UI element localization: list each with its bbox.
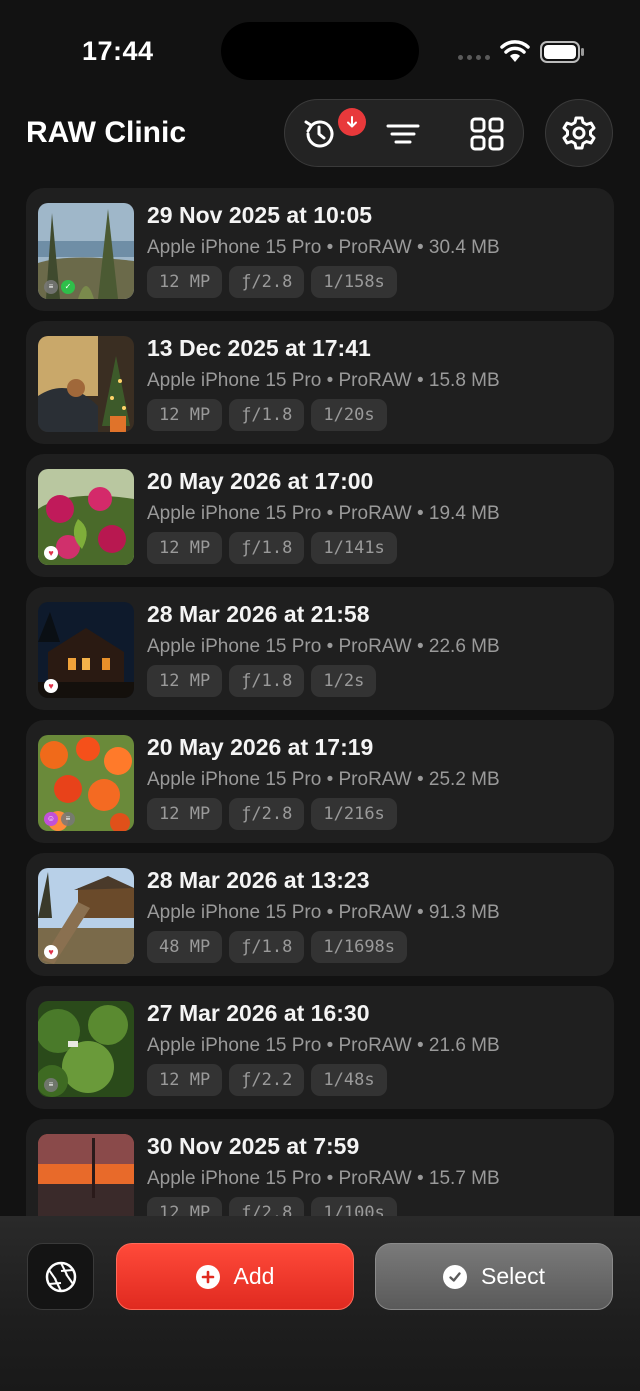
- grid-icon: [470, 117, 504, 151]
- menu-lines-icon: ≡: [44, 1078, 58, 1092]
- photo-thumbnail: ♥: [38, 868, 134, 964]
- photo-card[interactable]: ≡ 27 Mar 2026 at 16:30 Apple iPhone 15 P…: [26, 986, 614, 1109]
- aperture-chip: ƒ/2.8: [229, 266, 305, 298]
- photo-date: 29 Nov 2025 at 10:05: [147, 202, 373, 228]
- photo-thumbnail: ♥: [38, 469, 134, 565]
- history-button[interactable]: [299, 108, 366, 154]
- history-icon: [304, 120, 334, 148]
- aperture-chip: ƒ/1.8: [229, 665, 305, 697]
- menu-lines-icon: ≡: [44, 280, 58, 294]
- status-bar: 17:44: [0, 0, 640, 100]
- bottom-action-bar: Add Select: [0, 1216, 640, 1391]
- heart-icon: ♥: [44, 546, 58, 560]
- photo-date: 20 May 2026 at 17:00: [147, 468, 374, 494]
- sort-lines-icon: [386, 124, 420, 144]
- megapixel-chip: 12 MP: [147, 665, 223, 697]
- photo-date: 30 Nov 2025 at 7:59: [147, 1133, 360, 1159]
- shutter-chip: 1/1698s: [311, 931, 408, 963]
- wifi-icon: [500, 40, 530, 62]
- photo-date: 27 Mar 2026 at 16:30: [147, 1000, 370, 1026]
- photo-date: 20 May 2026 at 17:19: [147, 734, 374, 760]
- photo-date: 28 Mar 2026 at 21:58: [147, 601, 370, 627]
- photo-card[interactable]: ♥ 20 May 2026 at 17:00 Apple iPhone 15 P…: [26, 454, 614, 577]
- megapixel-chip: 48 MP: [147, 931, 223, 963]
- megapixel-chip: 12 MP: [147, 532, 223, 564]
- app-title: RAW Clinic: [26, 116, 187, 149]
- photo-meta: Apple iPhone 15 Pro • ProRAW • 15.7 MB: [147, 1168, 500, 1189]
- grid-view-button[interactable]: [467, 114, 507, 154]
- clock-time: 17:44: [82, 36, 154, 66]
- heart-icon: ♥: [44, 679, 58, 693]
- photo-meta: Apple iPhone 15 Pro • ProRAW • 22.6 MB: [147, 636, 500, 657]
- face-icon: ☺: [44, 812, 58, 826]
- photo-list[interactable]: ≡ ✓ 29 Nov 2025 at 10:05 Apple iPhone 15…: [26, 188, 614, 1216]
- photo-thumbnail: ≡ ✓: [38, 203, 134, 299]
- battery-icon: [540, 41, 584, 63]
- photo-card[interactable]: ♥ 28 Mar 2026 at 21:58 Apple iPhone 15 P…: [26, 587, 614, 710]
- photo-card[interactable]: ≡ ✓ 29 Nov 2025 at 10:05 Apple iPhone 15…: [26, 188, 614, 311]
- plus-circle-icon: [195, 1264, 220, 1289]
- add-button[interactable]: Add: [116, 1243, 354, 1310]
- sort-button[interactable]: [383, 114, 423, 154]
- shutter-chip: 1/141s: [311, 532, 397, 564]
- photo-meta: Apple iPhone 15 Pro • ProRAW • 19.4 MB: [147, 503, 500, 524]
- photo-thumbnail: [38, 1134, 134, 1216]
- shutter-chip: 1/2s: [311, 665, 377, 697]
- megapixel-chip: 12 MP: [147, 1197, 223, 1216]
- shutter-chip: 1/216s: [311, 798, 397, 830]
- gear-icon: [562, 116, 596, 150]
- settings-button[interactable]: [545, 99, 613, 167]
- aperture-chip: ƒ/1.8: [229, 931, 305, 963]
- heart-icon: ♥: [44, 945, 58, 959]
- photo-date: 28 Mar 2026 at 13:23: [147, 867, 370, 893]
- shutter-chip: 1/20s: [311, 399, 387, 431]
- photo-thumbnail: ♥: [38, 602, 134, 698]
- megapixel-chip: 12 MP: [147, 399, 223, 431]
- photo-meta: Apple iPhone 15 Pro • ProRAW • 25.2 MB: [147, 769, 500, 790]
- checkmark-circle-icon: [443, 1264, 468, 1289]
- photo-date: 13 Dec 2025 at 17:41: [147, 335, 371, 361]
- photo-thumbnail: ≡: [38, 1001, 134, 1097]
- aperture-chip: ƒ/1.8: [229, 532, 305, 564]
- photo-thumbnail: ☺ ≡: [38, 735, 134, 831]
- download-arrow-icon: [347, 116, 357, 128]
- photo-thumbnail: [38, 336, 134, 432]
- aperture-chip: ƒ/1.8: [229, 399, 305, 431]
- photo-card[interactable]: ♥ 28 Mar 2026 at 13:23 Apple iPhone 15 P…: [26, 853, 614, 976]
- photo-card[interactable]: 13 Dec 2025 at 17:41 Apple iPhone 15 Pro…: [26, 321, 614, 444]
- aperture-chip: ƒ/2.2: [229, 1064, 305, 1096]
- megapixel-chip: 12 MP: [147, 798, 223, 830]
- add-label: Add: [233, 1263, 275, 1289]
- photo-card[interactable]: ☺ ≡ 20 May 2026 at 17:19 Apple iPhone 15…: [26, 720, 614, 843]
- aperture-chip: ƒ/2.8: [229, 798, 305, 830]
- shutter-chip: 1/48s: [311, 1064, 387, 1096]
- photo-meta: Apple iPhone 15 Pro • ProRAW • 21.6 MB: [147, 1035, 500, 1056]
- photo-card[interactable]: 30 Nov 2025 at 7:59 Apple iPhone 15 Pro …: [26, 1119, 614, 1216]
- aperture-icon: [45, 1261, 76, 1292]
- checkmark-icon: ✓: [61, 280, 75, 294]
- cellular-signal-icon: [458, 55, 490, 60]
- photo-meta: Apple iPhone 15 Pro • ProRAW • 15.8 MB: [147, 370, 500, 391]
- aperture-chip: ƒ/2.8: [229, 1197, 305, 1216]
- select-label: Select: [481, 1263, 545, 1289]
- megapixel-chip: 12 MP: [147, 266, 223, 298]
- camera-button[interactable]: [27, 1243, 94, 1310]
- shutter-chip: 1/158s: [311, 266, 397, 298]
- dynamic-island: [221, 22, 419, 80]
- select-button[interactable]: Select: [375, 1243, 613, 1310]
- toolbar-group: [284, 99, 524, 167]
- download-badge: [338, 108, 366, 136]
- megapixel-chip: 12 MP: [147, 1064, 223, 1096]
- menu-lines-icon: ≡: [61, 812, 75, 826]
- shutter-chip: 1/100s: [311, 1197, 397, 1216]
- photo-meta: Apple iPhone 15 Pro • ProRAW • 30.4 MB: [147, 237, 500, 258]
- photo-meta: Apple iPhone 15 Pro • ProRAW • 91.3 MB: [147, 902, 500, 923]
